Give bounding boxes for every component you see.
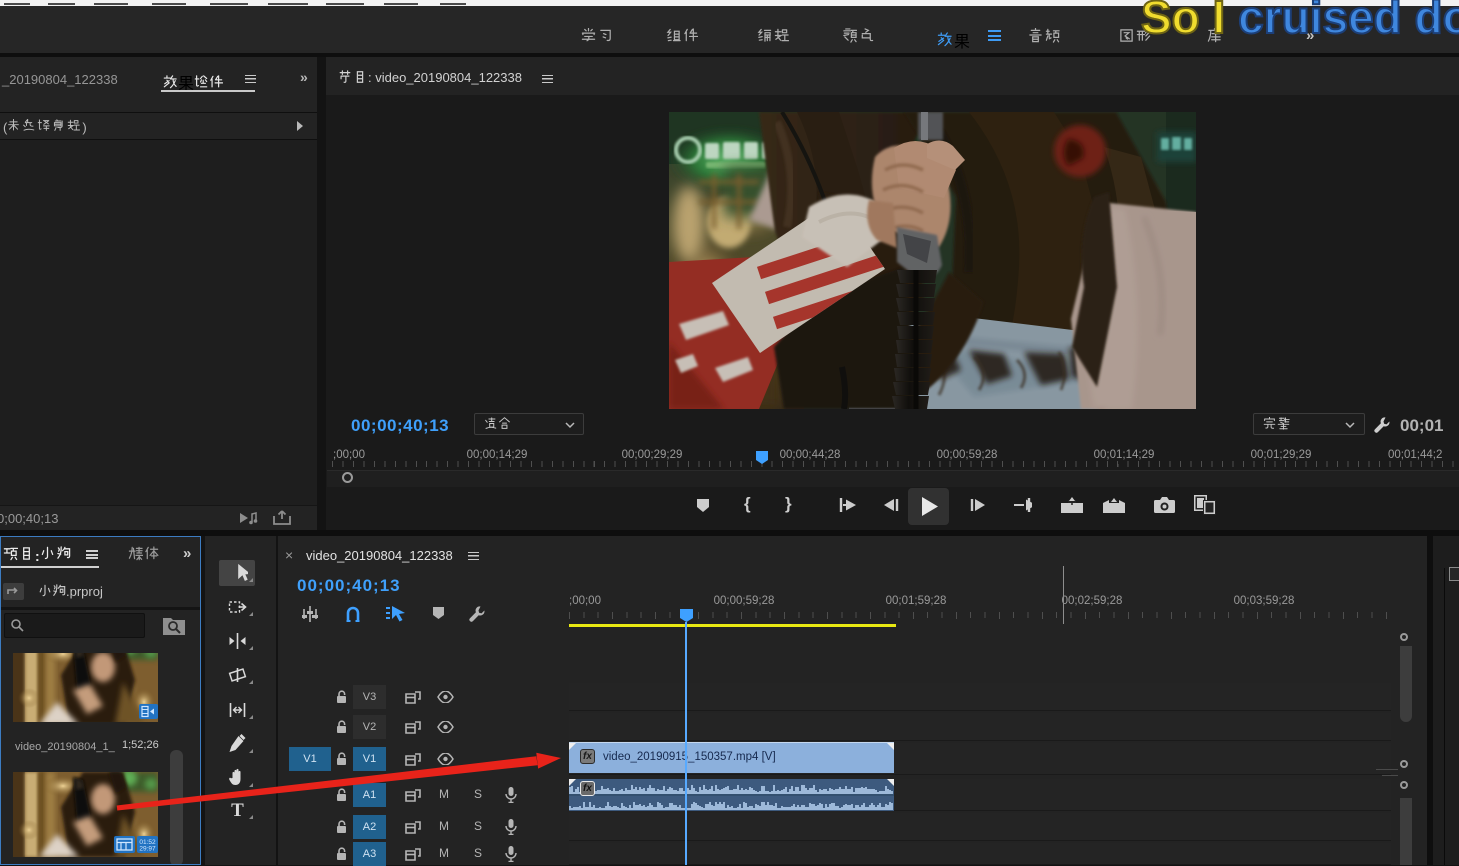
svg-text:T: T [231, 800, 244, 821]
svg-text:29:97: 29:97 [139, 846, 156, 853]
